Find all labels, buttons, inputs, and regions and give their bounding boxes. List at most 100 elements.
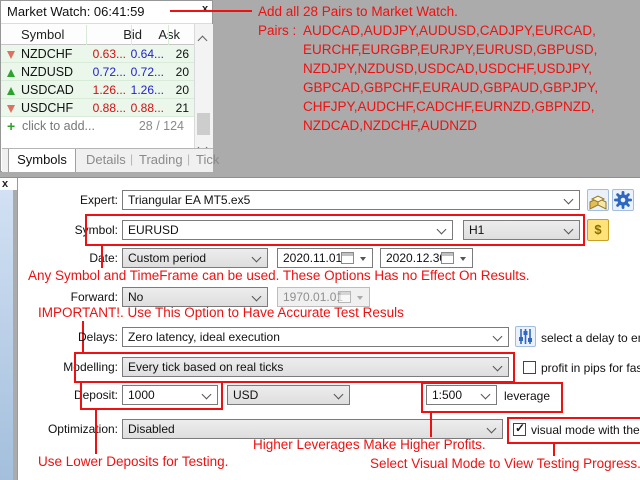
annotation-connector-line <box>95 409 97 454</box>
delays-select[interactable]: Zero latency, ideal execution <box>122 327 509 347</box>
calendar-icon <box>441 252 454 264</box>
optimization-select[interactable]: Disabled <box>122 419 503 439</box>
deposit-select[interactable]: 1000 <box>122 385 218 405</box>
table-row[interactable]: USDCHF 0.88... 0.88... 21 <box>1 99 194 117</box>
click-to-add-row[interactable]: + click to add... 28 / 124 <box>1 117 194 135</box>
optimization-label: Optimization: <box>47 422 118 436</box>
modelling-value: Every tick based on real ticks <box>128 360 284 374</box>
chevron-down-icon <box>436 224 447 235</box>
annotation-pairs-line: NZDCAD,NZDCHF,AUDNZD <box>303 118 477 133</box>
forward-select[interactable]: No <box>122 287 268 307</box>
forward-value: No <box>128 290 144 304</box>
gear-icon <box>614 191 632 209</box>
forward-date-field: 1970.01.01 <box>277 287 370 307</box>
expert-properties-button[interactable] <box>612 189 634 211</box>
chevron-down-icon <box>251 252 262 263</box>
annotation-deposit-note: Use Lower Deposits for Testing. <box>38 454 229 469</box>
tab-details[interactable]: Details <box>86 152 126 167</box>
tab-tick[interactable]: Tick <box>196 152 219 167</box>
calendar-icon <box>338 291 351 303</box>
market-watch-tab-bar: Symbols Details | Trading | Tick <box>2 148 219 172</box>
delay-settings-button[interactable] <box>515 326 536 347</box>
expert-select[interactable]: Triangular EA MT5.ex5 <box>122 190 580 210</box>
column-header-symbol[interactable]: Symbol <box>21 27 64 42</box>
leverage-value: 1:500 <box>432 388 463 402</box>
modelling-label: Modelling: <box>63 360 118 374</box>
calendar-dropdown-icon <box>357 296 363 300</box>
market-watch-header: Symbol Bid Ask ! <box>1 23 212 45</box>
bid-cell: 0.88... <box>92 101 126 115</box>
column-header-ask[interactable]: Ask <box>158 27 180 42</box>
column-header-bid[interactable]: Bid <box>123 27 142 42</box>
currency-select[interactable]: USD <box>227 385 350 405</box>
symbol-cell: USDCAD <box>21 83 74 97</box>
annotation-pairs-prefix: Pairs : <box>258 23 297 38</box>
tab-trading[interactable]: Trading <box>139 152 183 167</box>
annotation-connector-line <box>170 10 252 12</box>
panel-border <box>17 178 18 480</box>
annotation-leverage-note: Higher Leverages Make Higher Profits. <box>253 437 486 452</box>
symbol-count: 28 / 124 <box>138 119 184 133</box>
ask-cell: 1.26... <box>130 83 164 97</box>
table-row[interactable]: USDCAD 1.26... 1.26... 20 <box>1 81 194 99</box>
click-to-add-label: click to add... <box>22 119 95 133</box>
chevron-down-icon <box>563 194 574 205</box>
modelling-select[interactable]: Every tick based on real ticks <box>122 357 509 377</box>
chevron-down-icon <box>492 331 503 342</box>
symbol-properties-button[interactable] <box>587 219 609 241</box>
annotation-visual-note: Select Visual Mode to View Testing Progr… <box>370 456 640 471</box>
date-from-field[interactable]: 2020.11.01 <box>277 248 373 268</box>
spread-cell: 21 <box>175 101 189 115</box>
chevron-down-icon <box>251 291 262 302</box>
symbol-label: Symbol: <box>74 223 118 237</box>
expert-label: Expert: <box>79 193 118 207</box>
chevron-down-icon <box>492 361 503 372</box>
spread-cell: 26 <box>175 47 189 61</box>
table-row[interactable]: NZDCHF 0.63... 0.64... 26 <box>1 45 194 63</box>
delay-hint-text: select a delay to em <box>541 331 640 345</box>
symbol-select[interactable]: EURUSD <box>122 220 453 240</box>
tab-symbols[interactable]: Symbols <box>8 149 76 172</box>
calendar-dropdown-icon <box>360 257 366 261</box>
leverage-text: leverage <box>504 389 551 403</box>
up-arrow-icon <box>7 87 15 95</box>
market-watch-title: Market Watch: 06:41:59 <box>7 4 145 19</box>
date-mode-select[interactable]: Custom period <box>122 248 268 268</box>
table-row[interactable]: NZDUSD 0.72... 0.72... 20 <box>1 63 194 81</box>
visual-mode-checkbox[interactable] <box>513 421 526 436</box>
tab-separator: | <box>130 152 134 166</box>
up-arrow-icon <box>7 69 15 77</box>
date-mode-value: Custom period <box>128 251 207 265</box>
calendar-dropdown-icon <box>460 257 466 261</box>
profit-in-pips-label[interactable]: profit in pips for faster c <box>541 361 640 375</box>
plus-icon: + <box>7 118 16 134</box>
annotation-pairs-line: AUDCAD,AUDJPY,AUDUSD,CADJPY,EURCAD, <box>303 23 596 38</box>
annotation-connector-line <box>553 443 555 456</box>
chevron-down-icon <box>563 224 574 235</box>
profit-in-pips-checkbox[interactable] <box>523 361 536 374</box>
scrollbar-thumb[interactable] <box>197 113 210 135</box>
side-strip <box>0 190 13 480</box>
delays-label: Delays: <box>77 330 118 344</box>
date-to-field[interactable]: 2020.12.30 <box>380 248 473 268</box>
visual-mode-label[interactable]: visual mode with the di <box>531 423 640 437</box>
symbol-cell: USDCHF <box>21 101 74 115</box>
annotation-important-note: IMPORTANT!. Use This Option to Have Accu… <box>38 305 404 320</box>
close-icon[interactable]: x <box>2 178 8 190</box>
date-to-value: 2020.12.30 <box>386 251 447 265</box>
chevron-down-icon <box>333 389 344 400</box>
annotation-symbol-note: Any Symbol and TimeFrame can be used. Th… <box>28 268 530 283</box>
close-icon[interactable]: x <box>202 3 208 15</box>
bid-cell: 1.26... <box>92 83 126 97</box>
ask-cell: 0.88... <box>130 101 164 115</box>
scroll-up-icon[interactable] <box>197 31 208 49</box>
mt5-screenshot: Market Watch: 06:41:59 x Symbol Bid Ask … <box>0 0 640 480</box>
symbol-cell: NZDCHF <box>21 47 73 61</box>
bid-cell: 0.63... <box>92 47 126 61</box>
ask-cell: 0.64... <box>130 47 164 61</box>
timeframe-select[interactable]: H1 <box>463 220 580 240</box>
journal-button[interactable] <box>587 189 609 211</box>
chevron-down-icon <box>201 389 212 400</box>
currency-value: USD <box>233 388 259 402</box>
leverage-select[interactable]: 1:500 <box>426 385 497 405</box>
